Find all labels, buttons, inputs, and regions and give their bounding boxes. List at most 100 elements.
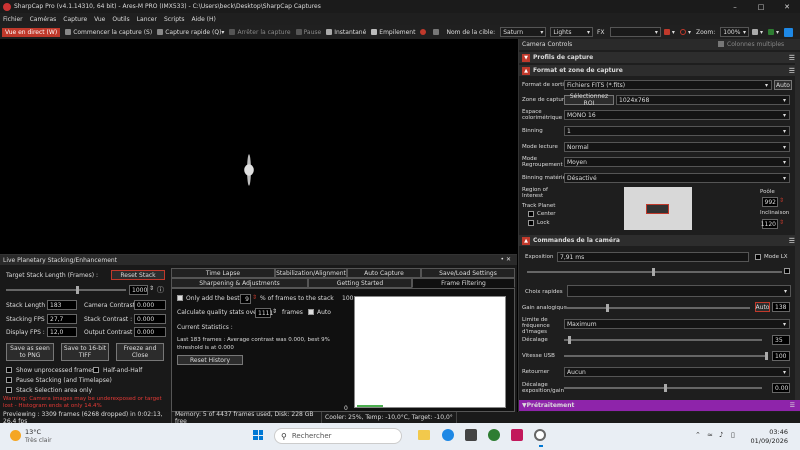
- hw-binning-select[interactable]: Désactivé ▾: [564, 173, 790, 183]
- spin-icon[interactable]: ⇕: [252, 294, 257, 301]
- start-icon[interactable]: [253, 430, 263, 440]
- tab-frame-filtering[interactable]: Frame Filtering: [412, 278, 515, 288]
- lps-close-icon[interactable]: • ✕: [501, 256, 511, 263]
- image-viewer[interactable]: [0, 39, 517, 254]
- save-png-button[interactable]: Save as seen to PNG: [6, 343, 54, 361]
- menu-tools[interactable]: Outils: [112, 16, 129, 23]
- spin-icon[interactable]: ⇕: [779, 197, 784, 204]
- output-format-select[interactable]: Fichiers FITS (*.fits) ▾: [564, 80, 772, 90]
- stack-selection-checkbox[interactable]: [6, 387, 12, 393]
- usb-value[interactable]: 100: [772, 351, 790, 361]
- clock-date[interactable]: 01/09/2026: [750, 437, 788, 445]
- histogram-button[interactable]: ▾: [751, 29, 763, 36]
- grouping-select[interactable]: Moyen ▾: [564, 157, 790, 167]
- snapshot-button[interactable]: Instantané: [326, 29, 366, 36]
- exposure-slider[interactable]: [527, 268, 782, 276]
- pin-button[interactable]: [784, 27, 795, 37]
- save-tiff-button[interactable]: Save to 16-bit TIFF: [61, 343, 109, 361]
- target-name-select[interactable]: Saturn ▾: [500, 27, 547, 37]
- only-add-best-input[interactable]: 9: [240, 294, 251, 304]
- weather-icon[interactable]: [10, 430, 21, 441]
- freeze-close-button[interactable]: Freeze and Close: [116, 343, 164, 361]
- grid-icon-button[interactable]: [433, 29, 441, 35]
- stop-capture-button[interactable]: Arrêter la capture: [229, 29, 291, 36]
- offset-slider[interactable]: [564, 336, 762, 344]
- target-stack-slider[interactable]: [6, 286, 126, 294]
- calc-quality-input[interactable]: 1111: [255, 308, 273, 318]
- lx-mode-checkbox[interactable]: [755, 254, 761, 260]
- zoom-select[interactable]: 100% ▾: [720, 27, 749, 37]
- pole-input[interactable]: 992: [762, 197, 778, 207]
- gain-slider[interactable]: [564, 304, 750, 312]
- stacking-button[interactable]: Empilement: [371, 29, 415, 36]
- tab-stabilization[interactable]: Stabilization/Alignment: [275, 268, 347, 278]
- maximize-button[interactable]: □: [748, 3, 774, 11]
- app-icon[interactable]: [511, 429, 523, 441]
- camera-section-header[interactable]: ▲ Commandes de la caméra ☰: [519, 235, 800, 246]
- output-format-auto-button[interactable]: Auto: [774, 80, 792, 90]
- menu-capture[interactable]: Capture: [63, 16, 87, 23]
- format-section-header[interactable]: ▲ Format et zone de capture ☰: [519, 65, 800, 76]
- start-capture-button[interactable]: Commencer la capture (S): [65, 29, 152, 36]
- app-icon[interactable]: [488, 429, 500, 441]
- offset-value[interactable]: 35: [772, 335, 790, 345]
- file-explorer-icon[interactable]: [418, 430, 430, 440]
- menu-cameras[interactable]: Caméras: [30, 16, 57, 23]
- lock-checkbox[interactable]: [528, 220, 534, 226]
- roi-preview[interactable]: [624, 187, 692, 230]
- record-icon-button[interactable]: [420, 29, 428, 35]
- slider-knob[interactable]: [606, 304, 609, 312]
- slider-knob[interactable]: [568, 336, 571, 344]
- menu-view[interactable]: Vue: [94, 16, 105, 23]
- show-unprocessed-checkbox[interactable]: [6, 367, 12, 373]
- fx-options-button[interactable]: ▾: [663, 29, 675, 36]
- target-stack-input[interactable]: 1000: [129, 285, 148, 295]
- flip-select[interactable]: Aucun ▾: [564, 367, 790, 377]
- profiles-section-header[interactable]: ▼ Profils de capture ☰: [519, 52, 800, 63]
- multi-columns-checkbox[interactable]: [718, 41, 724, 47]
- read-mode-select[interactable]: Normal ▾: [564, 142, 790, 152]
- edge-icon[interactable]: [442, 429, 454, 441]
- colour-space-select[interactable]: MONO 16 ▾: [564, 110, 790, 120]
- fx-select[interactable]: ▾: [609, 27, 661, 37]
- display-options-button[interactable]: ▾: [767, 29, 779, 36]
- tab-sharpening[interactable]: Sharpening & Adjustments: [171, 278, 308, 288]
- preset-select[interactable]: Lights ▾: [550, 27, 593, 37]
- exp-offset-slider[interactable]: [564, 384, 762, 392]
- store-icon[interactable]: [465, 429, 477, 441]
- preprocessing-section-header[interactable]: ▼ Prétraitement ☰: [519, 400, 800, 411]
- center-checkbox[interactable]: [528, 211, 534, 217]
- tab-getting-started[interactable]: Getting Started: [308, 278, 412, 288]
- gain-value[interactable]: 138: [772, 302, 790, 312]
- wifi-icon[interactable]: ≈: [707, 431, 713, 439]
- search-box[interactable]: ⚲ Rechercher: [274, 428, 402, 444]
- chevron-up-icon[interactable]: ⌃: [695, 431, 701, 439]
- incline-input[interactable]: 1120: [761, 219, 778, 229]
- select-roi-button[interactable]: Sélectionnez ROI: [564, 93, 614, 107]
- usb-slider[interactable]: [564, 352, 768, 360]
- menu-help[interactable]: Aide (H): [192, 16, 216, 23]
- capture-zone-select[interactable]: 1024x768 ▾: [616, 95, 790, 105]
- slider-knob[interactable]: [76, 286, 79, 294]
- exposure-auto-checkbox[interactable]: [784, 268, 790, 274]
- panel-scrollbar[interactable]: [795, 52, 800, 400]
- close-button[interactable]: ✕: [774, 3, 800, 11]
- exposure-input[interactable]: 7,91 ms: [557, 252, 749, 262]
- minimize-button[interactable]: –: [722, 3, 748, 11]
- tab-time-lapse[interactable]: Time Lapse: [171, 268, 275, 278]
- live-view-button[interactable]: Vue en direct (W): [2, 27, 61, 37]
- menu-file[interactable]: Fichier: [3, 16, 23, 23]
- volume-icon[interactable]: ♪: [719, 431, 723, 439]
- menu-launch[interactable]: Lancer: [137, 16, 157, 23]
- pause-stacking-checkbox[interactable]: [6, 377, 12, 383]
- sharpcap-icon[interactable]: [534, 429, 546, 441]
- reset-stack-button[interactable]: Reset Stack: [111, 270, 165, 280]
- binning-select[interactable]: 1 ▾: [564, 126, 790, 136]
- frame-rate-select[interactable]: Maximum ▾: [564, 319, 790, 329]
- battery-icon[interactable]: ▯: [731, 431, 735, 439]
- menu-icon[interactable]: ☰: [790, 402, 795, 409]
- spin-icon[interactable]: ⇕: [272, 308, 277, 315]
- slider-knob[interactable]: [765, 352, 768, 360]
- quick-choices-select[interactable]: ▾: [567, 285, 791, 297]
- slider-knob[interactable]: [664, 384, 667, 392]
